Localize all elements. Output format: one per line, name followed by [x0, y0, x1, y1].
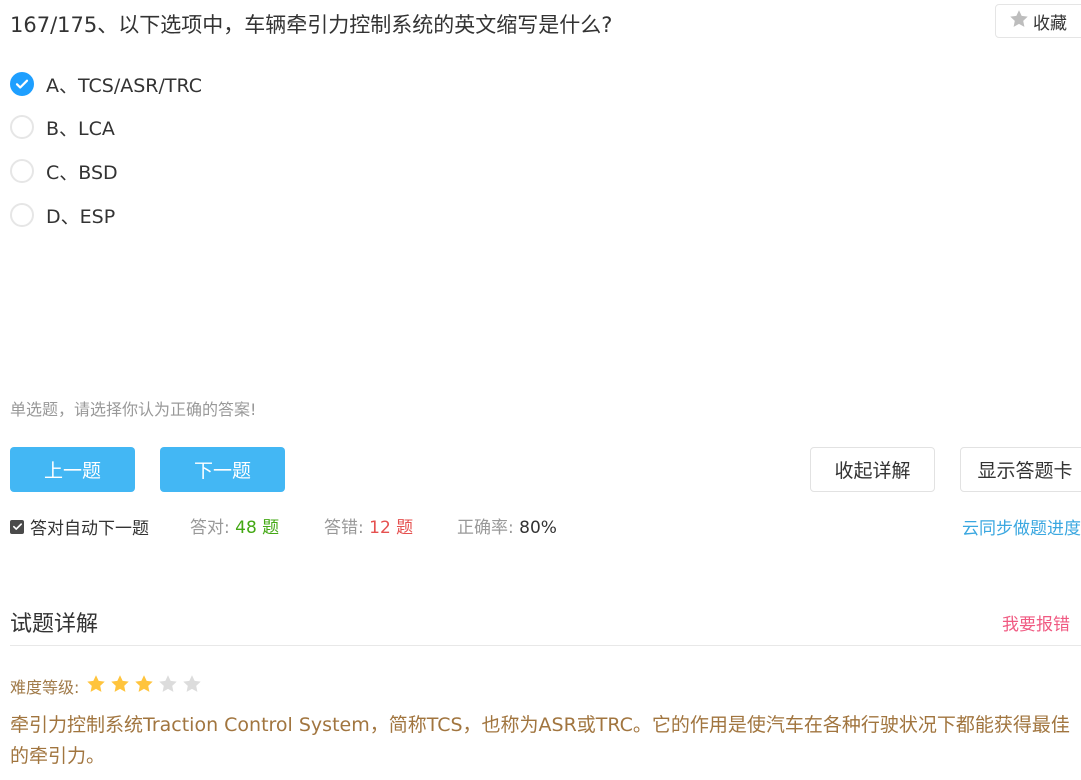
correct-label: 答对: [190, 518, 230, 538]
radio-icon[interactable] [10, 115, 34, 139]
option-label: B、LCA [46, 117, 115, 140]
star-empty-icon [157, 673, 179, 699]
show-answer-card-button[interactable]: 显示答题卡 [960, 447, 1081, 492]
divider [10, 645, 1081, 646]
accuracy-label: 正确率: [457, 518, 514, 538]
question-title: 167/175、以下选项中，车辆牵引力控制系统的英文缩写是什么? [10, 13, 613, 37]
wrong-label: 答错: [324, 518, 364, 538]
report-error-link[interactable]: 我要报错 [1002, 610, 1070, 635]
option-a[interactable]: A、TCS/ASR/TRC [10, 69, 202, 99]
option-b[interactable]: B、LCA [10, 112, 115, 142]
radio-checked-icon[interactable] [10, 72, 34, 96]
collapse-detail-button[interactable]: 收起详解 [810, 447, 935, 492]
star-empty-icon [181, 673, 203, 699]
correct-value: 48 题 [235, 518, 280, 538]
star-filled-icon [85, 673, 107, 699]
next-question-button[interactable]: 下一题 [160, 447, 285, 492]
star-filled-icon [133, 673, 155, 699]
option-label: C、BSD [46, 161, 118, 184]
accuracy-rate: 正确率: 80% [457, 513, 557, 538]
option-label: A、TCS/ASR/TRC [46, 74, 203, 97]
wrong-count: 答错: 12 题 [324, 513, 413, 538]
correct-count: 答对: 48 题 [190, 513, 279, 538]
prev-question-button[interactable]: 上一题 [10, 447, 135, 492]
difficulty-label: 难度等级: [10, 678, 80, 697]
auto-next-label: 答对自动下一题 [30, 519, 149, 539]
favorite-label: 收藏 [1033, 13, 1067, 34]
star-icon [1008, 8, 1030, 35]
cloud-sync-link[interactable]: 云同步做题进度 [962, 514, 1081, 539]
option-label: D、ESP [46, 205, 116, 228]
accuracy-value: 80% [519, 518, 557, 538]
detail-section-title: 试题详解 [10, 612, 99, 637]
radio-icon[interactable] [10, 159, 34, 183]
question-page: 167/175、以下选项中，车辆牵引力控制系统的英文缩写是什么? 收藏 A、TC… [0, 0, 1081, 780]
difficulty-stars [85, 673, 203, 699]
explanation-text: 牵引力控制系统Traction Control System，简称TCS，也称为… [10, 714, 1070, 767]
option-c[interactable]: C、BSD [10, 156, 118, 186]
radio-icon[interactable] [10, 203, 34, 227]
star-filled-icon [109, 673, 131, 699]
favorite-button[interactable]: 收藏 [995, 4, 1081, 38]
difficulty-rating: 难度等级: [10, 673, 203, 699]
wrong-value: 12 题 [369, 518, 414, 538]
checkbox-checked-icon[interactable] [10, 519, 24, 534]
option-d[interactable]: D、ESP [10, 200, 115, 230]
auto-next-toggle[interactable]: 答对自动下一题 [10, 514, 149, 539]
question-type-hint: 单选题，请选择你认为正确的答案! [10, 400, 257, 419]
